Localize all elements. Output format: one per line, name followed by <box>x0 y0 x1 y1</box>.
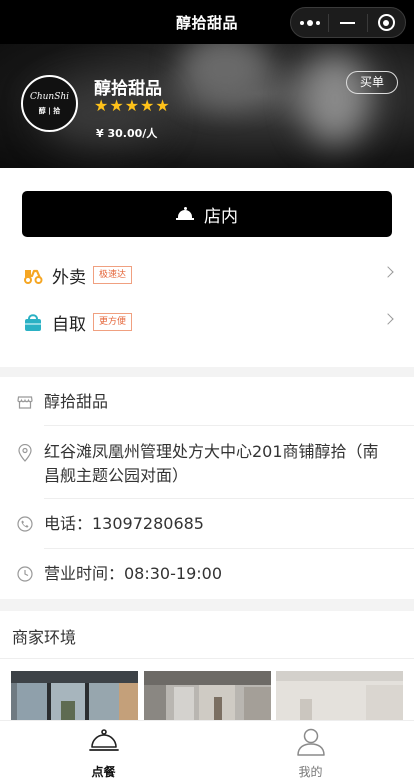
shop-logo: ChunShi 醇 | 拾 <box>21 75 78 132</box>
phone-row[interactable]: 电话：13097280685 <box>0 499 414 549</box>
environment-photo[interactable] <box>144 671 271 721</box>
dine-in-button[interactable]: 店内 <box>22 191 392 237</box>
user-icon <box>296 728 325 756</box>
clock-icon <box>17 566 33 582</box>
logo-text-bottom: 醇 | 拾 <box>38 107 61 115</box>
star-icon: ★ <box>109 96 124 115</box>
tab-order[interactable]: 点餐 <box>0 721 207 780</box>
delivery-option[interactable]: 外卖 极速达 <box>0 255 414 295</box>
average-price: ¥ 30.00/人 <box>96 127 158 140</box>
more-dots-icon[interactable] <box>291 8 328 37</box>
pickup-option[interactable]: 自取 更方便 <box>0 302 414 342</box>
environment-photo[interactable] <box>11 671 138 721</box>
store-address: 红谷滩凤凰州管理处方大中心201商铺醇拾（南昌舰主题公园对面） <box>44 442 379 485</box>
store-info-card: 醇拾甜品 红谷滩凤凰州管理处方大中心201商铺醇拾（南昌舰主题公园对面） 电话：… <box>0 377 414 599</box>
tab-profile-label: 我的 <box>298 765 323 779</box>
cloche-icon <box>176 207 194 221</box>
pickup-tag: 更方便 <box>93 313 133 331</box>
star-icon: ★ <box>155 96 170 115</box>
star-icon: ★ <box>140 96 155 115</box>
environment-title: 商家环境 <box>12 628 77 647</box>
minimize-icon[interactable] <box>329 8 366 37</box>
top-nav-bar: 醇拾甜品 <box>0 0 414 44</box>
business-hours: 营业时间：08:30-19:00 <box>44 564 222 583</box>
bottom-tab-bar: 点餐 我的 <box>0 720 414 780</box>
store-icon <box>17 396 33 409</box>
delivery-tag: 极速达 <box>93 266 133 284</box>
scooter-icon <box>24 269 43 284</box>
store-name-row: 醇拾甜品 <box>0 377 414 426</box>
order-options: 店内 外卖 极速达 自取 更方便 <box>0 168 414 367</box>
cloche-icon <box>88 729 119 751</box>
dine-in-label: 店内 <box>204 206 238 227</box>
chevron-right-icon <box>382 313 394 325</box>
tab-profile[interactable]: 我的 <box>207 721 414 780</box>
star-icon: ★ <box>124 96 140 115</box>
phone-icon <box>17 516 33 532</box>
address-row[interactable]: 红谷滩凤凰州管理处方大中心201商铺醇拾（南昌舰主题公园对面） <box>0 426 414 499</box>
delivery-label: 外卖 <box>52 267 86 288</box>
store-phone: 电话：13097280685 <box>44 514 204 533</box>
logo-text-top: ChunShi <box>29 92 70 102</box>
shop-banner: ChunShi 醇 | 拾 醇拾甜品 ★ ★ ★ ★ ★ ¥ 30.00/人 买… <box>0 44 414 168</box>
tab-order-label: 点餐 <box>91 765 116 779</box>
store-name: 醇拾甜品 <box>44 392 109 411</box>
pay-bill-button[interactable]: 买单 <box>346 71 398 94</box>
hours-row: 营业时间：08:30-19:00 <box>0 549 414 599</box>
close-target-icon[interactable] <box>368 8 405 37</box>
pickup-label: 自取 <box>52 314 86 335</box>
rating-stars: ★ ★ ★ ★ ★ <box>94 97 170 115</box>
mini-program-capsule <box>290 7 406 38</box>
location-pin-icon <box>18 444 32 462</box>
environment-photo[interactable] <box>276 671 403 721</box>
star-icon: ★ <box>94 96 109 115</box>
chevron-right-icon <box>382 266 394 278</box>
shopping-bag-icon <box>25 314 41 331</box>
